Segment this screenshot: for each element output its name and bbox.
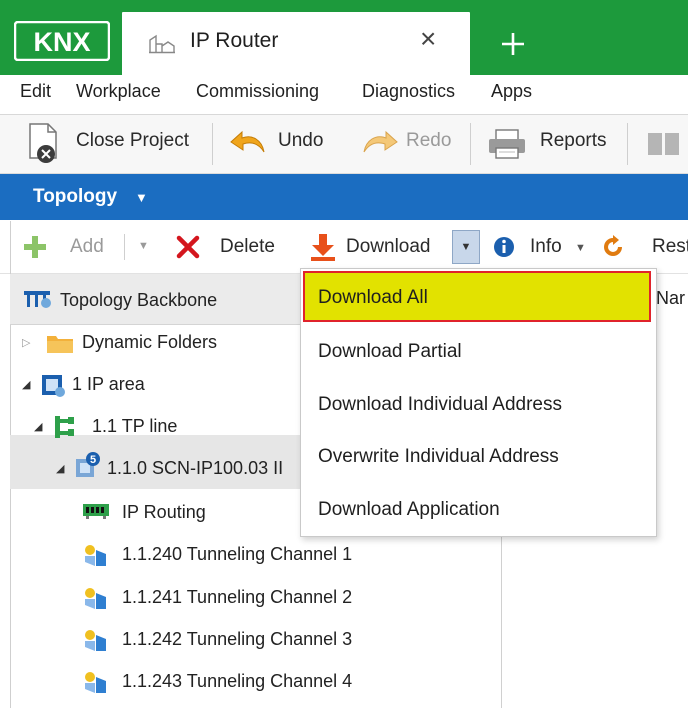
toolbar-divider [627, 123, 628, 165]
folder-icon [46, 332, 74, 354]
area-icon [40, 373, 66, 397]
info-dropdown-icon[interactable]: ▼ [575, 242, 586, 254]
reset-icon[interactable] [600, 234, 626, 260]
name-column-header[interactable]: Nar [656, 288, 685, 309]
topology-title[interactable]: Topology [33, 186, 117, 208]
redo-label[interactable]: Redo [406, 130, 451, 152]
redo-icon[interactable] [358, 128, 400, 160]
toolbar-divider [212, 123, 213, 165]
collapse-icon[interactable]: ◢ [22, 378, 30, 391]
tree-item-tp-line[interactable]: 1.1 TP line [92, 416, 177, 437]
tree-item-ip-routing[interactable]: IP Routing [122, 502, 206, 523]
panel-layout-icon[interactable] [646, 130, 680, 158]
tunnel-icon [82, 542, 108, 568]
menu-apps[interactable]: Apps [491, 81, 532, 102]
plus-icon[interactable] [22, 234, 48, 260]
menu-item-overwrite-individual-address[interactable]: Overwrite Individual Address [318, 446, 559, 468]
close-project-button[interactable] [24, 120, 68, 166]
download-dropdown-button[interactable]: ▼ [452, 230, 480, 264]
tree-item-tunnel-1[interactable]: 1.1.240 Tunneling Channel 1 [122, 544, 352, 565]
download-button[interactable]: Download [346, 236, 431, 258]
toolbar-divider [470, 123, 471, 165]
tree-item-dynamic-folders[interactable]: Dynamic Folders [82, 332, 217, 353]
menu-item-download-individual-address[interactable]: Download Individual Address [318, 394, 562, 416]
tunnel-icon [82, 669, 108, 695]
tunnel-icon [82, 585, 108, 611]
menu-commissioning[interactable]: Commissioning [196, 81, 319, 102]
tree-item-tunnel-2[interactable]: 1.1.241 Tunneling Channel 2 [122, 587, 352, 608]
close-tab-icon[interactable]: × [420, 24, 436, 54]
svg-text:KNX: KNX [33, 27, 90, 57]
tree-item-ip-area[interactable]: 1 IP area [72, 374, 145, 395]
tunnel-icon [82, 627, 108, 653]
delete-icon[interactable] [176, 235, 200, 259]
ip-routing-icon [82, 502, 110, 520]
svg-text:5: 5 [90, 454, 96, 466]
expand-icon[interactable]: ▷ [22, 336, 30, 349]
close-project-label[interactable]: Close Project [76, 130, 189, 152]
new-tab-button[interactable] [484, 12, 542, 75]
toolbar-divider [124, 234, 125, 260]
info-icon[interactable] [493, 236, 515, 258]
line-icon [52, 414, 78, 440]
reports-label[interactable]: Reports [540, 130, 607, 152]
collapse-icon[interactable]: ◢ [56, 462, 64, 475]
tab-title: IP Router [190, 29, 279, 52]
device-icon: 5 [72, 450, 102, 480]
menu-edit[interactable]: Edit [20, 81, 51, 102]
download-icon[interactable] [308, 232, 338, 262]
menu-item-download-partial[interactable]: Download Partial [318, 341, 462, 363]
add-button[interactable]: Add [70, 236, 104, 258]
info-button[interactable]: Info [530, 236, 562, 258]
collapse-icon[interactable]: ◢ [34, 420, 42, 433]
tree-item-tunnel-4[interactable]: 1.1.243 Tunneling Channel 4 [122, 671, 352, 692]
tree-item-device[interactable]: 1.1.0 SCN-IP100.03 II [107, 458, 283, 479]
undo-label[interactable]: Undo [278, 130, 323, 152]
chevron-down-icon: ▼ [460, 241, 472, 253]
menu-item-download-application[interactable]: Download Application [318, 499, 500, 521]
menu-item-download-all[interactable]: Download All [318, 287, 428, 309]
close-project-icon [29, 123, 57, 163]
chevron-down-icon[interactable]: ▼ [135, 190, 148, 205]
menu-workplace[interactable]: Workplace [76, 81, 161, 102]
menu-diagnostics[interactable]: Diagnostics [362, 81, 455, 102]
building-icon [148, 32, 176, 54]
tree-header-label: Topology Backbone [60, 290, 218, 310]
plus-icon [502, 32, 524, 55]
reset-button-partial[interactable]: Rest [652, 236, 688, 258]
tree-item-tunnel-3[interactable]: 1.1.242 Tunneling Channel 3 [122, 629, 352, 650]
topology-backbone-icon [22, 289, 52, 309]
printer-icon[interactable] [486, 126, 530, 162]
add-dropdown-icon[interactable]: ▼ [138, 240, 149, 252]
undo-icon[interactable] [228, 128, 270, 160]
delete-button[interactable]: Delete [220, 236, 275, 258]
knx-logo: KNX [13, 20, 111, 62]
